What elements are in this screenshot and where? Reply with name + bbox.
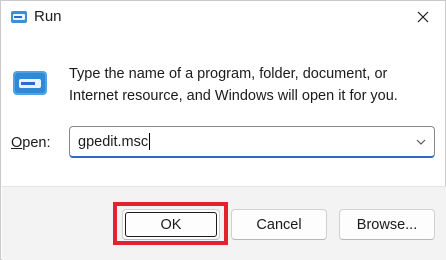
open-input-value[interactable]: gpedit.msc (78, 133, 151, 151)
close-button[interactable] (401, 1, 445, 33)
cancel-button[interactable]: Cancel (231, 209, 327, 240)
text-cursor (149, 133, 151, 150)
open-combobox[interactable]: gpedit.msc (69, 126, 435, 158)
window-title: Run (34, 8, 62, 25)
cancel-button-label: Cancel (256, 216, 302, 233)
open-input-text: gpedit.msc (78, 134, 149, 150)
open-label-text: pen: (22, 135, 51, 151)
title-bar: Run (1, 1, 445, 37)
description-text: Type the name of a program, folder, docu… (69, 66, 398, 104)
open-label-accesskey: O (11, 135, 23, 151)
close-icon (417, 11, 429, 23)
run-dialog: Run Type the name of a program, folder, … (0, 0, 446, 260)
focus-ring (125, 212, 217, 237)
browse-button[interactable]: Browse... (339, 209, 435, 240)
run-icon (13, 71, 47, 95)
open-label: Open: (11, 134, 51, 152)
run-app-icon (11, 11, 27, 23)
ok-button[interactable]: OK (122, 209, 220, 240)
chevron-down-icon[interactable] (414, 135, 428, 149)
browse-button-label: Browse... (356, 216, 418, 233)
